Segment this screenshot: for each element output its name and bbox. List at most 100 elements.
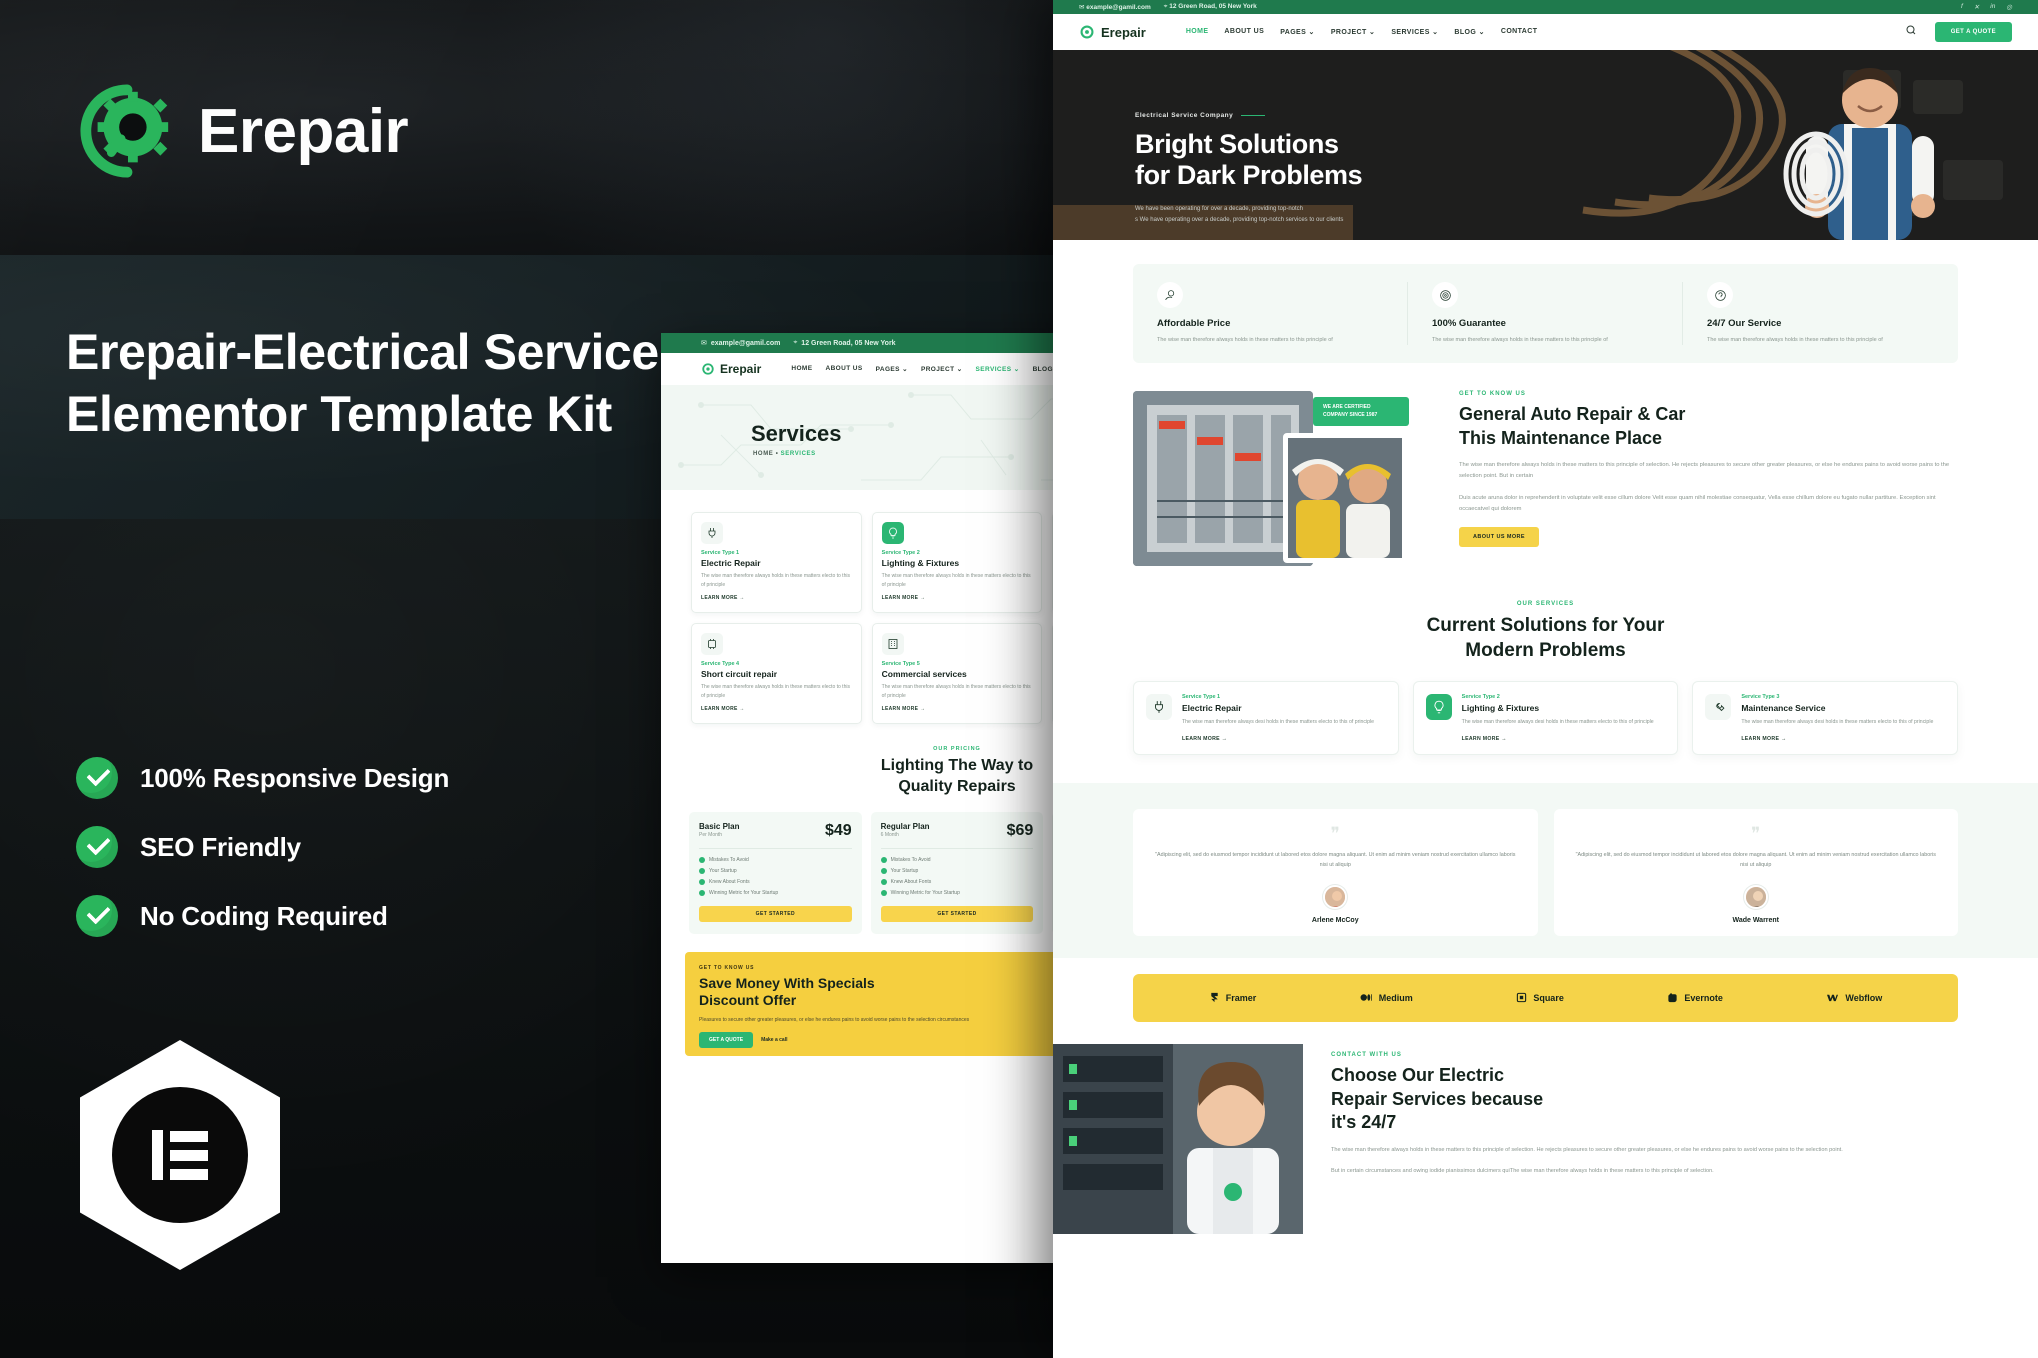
service-desc: The wise man therefore always desi holds… [1462,718,1654,727]
topbar-email-item[interactable]: ✉ example@gamil.com [1079,3,1151,11]
learn-more-link[interactable]: LEARN MORE → [882,595,1033,601]
learn-more-link[interactable]: LEARN MORE → [1182,736,1374,742]
service-title: Maintenance Service [1741,703,1933,713]
breadcrumb-current: SERVICES [781,451,816,457]
instagram-icon[interactable]: ◎ [2006,3,2012,11]
bulb-icon [882,522,904,544]
hero-desc-line-1: We have been operating for over a decade… [1135,204,1565,215]
nav-item-services[interactable]: SERVICES ⌄ [976,365,1020,373]
get-started-button[interactable]: GET STARTED [699,906,852,922]
plug-icon [701,522,723,544]
services-kicker: OUR SERVICES [1053,601,2038,607]
service-title: Electric Repair [1182,703,1374,713]
service-type: Service Type 1 [701,550,852,556]
contact-text: CONTACT WITH US Choose Our Electric Repa… [1331,1044,2038,1234]
offer-title: Save Money With Specials Discount Offer [699,975,1065,1010]
service-card[interactable]: Service Type 2 Lighting & Fixtures The w… [872,512,1043,613]
nav-item-home[interactable]: HOME [1186,28,1209,36]
service-type: Service Type 3 [1741,694,1933,700]
about-title: General Auto Repair & Car This Maintenan… [1459,403,1958,450]
brand-webflow: Webflow [1826,992,1882,1003]
service-title: Short circuit repair [701,669,852,679]
brand-name: Medium [1379,993,1413,1003]
pricing-card: Regular Plan 6 Month $69 Mistakes To Avo… [871,812,1044,934]
service-desc: The wise man therefore always holds in t… [701,572,852,589]
make-a-call-link[interactable]: Make a call [761,1037,787,1043]
coin-hand-icon [1157,282,1183,308]
kicker-rule [1241,115,1265,116]
contact-image [1053,1044,1303,1234]
facebook-icon[interactable]: f [1961,3,1963,11]
service-card[interactable]: Service Type 5 Commercial services The w… [872,623,1043,724]
check-dot-icon [881,857,887,863]
get-quote-button[interactable]: GET A QUOTE [699,1032,753,1048]
right-topbar: ✉ example@gamil.com ⌖ 12 Green Road, 05 … [1053,0,2038,14]
feature-column: 100% Guarantee The wise man therefore al… [1408,282,1683,345]
service-type: Service Type 2 [882,550,1033,556]
offer-title-line-1: Save Money With Specials [699,975,1065,993]
contact-title: Choose Our Electric Repair Services beca… [1331,1064,1958,1135]
plan-period: 6 Month [881,832,930,838]
right-navbar: Erepair HOME ABOUT US PAGES ⌄ PROJECT ⌄ … [1053,14,2038,50]
hero-desc: We have been operating for over a decade… [1135,204,1565,226]
service-card[interactable]: Service Type 1 Electric Repair The wise … [691,512,862,613]
learn-more-link[interactable]: LEARN MORE → [882,706,1033,712]
check-dot-icon [699,868,705,874]
nav-item-blog[interactable]: BLOG ⌄ [1454,28,1484,36]
headline-line-1: Erepair-Electrical Service [66,322,966,384]
topbar-address-item: ⌖ 12 Green Road, 05 New York [1164,3,1257,11]
check-dot-icon [881,890,887,896]
offer-title-line-2: Discount Offer [699,992,1065,1010]
feature-desc: The wise man therefore always holds in t… [1157,335,1383,345]
learn-more-link[interactable]: LEARN MORE → [701,595,852,601]
webflow-icon [1826,992,1839,1003]
nav-logo[interactable]: Erepair [1079,24,1146,40]
about-section: WE ARE CERTIFIED COMPANY SINCE 1987 GET … [1053,363,2038,571]
learn-more-link[interactable]: LEARN MORE → [701,706,852,712]
service-card[interactable]: Service Type 3 Maintenance Service The w… [1692,681,1958,754]
service-card[interactable]: Service Type 2 Lighting & Fixtures The w… [1413,681,1679,754]
get-a-quote-button[interactable]: GET A QUOTE [1935,22,2012,42]
nav-item-pages[interactable]: PAGES ⌄ [1280,28,1315,36]
breadcrumb-home[interactable]: HOME [753,451,773,457]
x-twitter-icon[interactable]: ✕ [1974,3,1979,11]
breadcrumb: HOME • SERVICES [753,451,816,457]
page-title: Erepair-Electrical Service Elementor Tem… [66,322,966,445]
service-desc: The wise man therefore always holds in t… [882,572,1033,589]
learn-more-link[interactable]: LEARN MORE → [1462,736,1654,742]
brand-medium: Medium [1360,992,1413,1003]
plan-name: Basic Plan [699,822,739,831]
hero-desc-line-2: s We have operating over a decade, provi… [1135,215,1565,226]
evernote-icon [1667,992,1678,1003]
brand-name: Evernote [1684,993,1723,1003]
plan-feature: Your Startup [699,868,852,874]
right-hero: Electrical Service Company Bright Soluti… [1053,50,2038,240]
linkedin-icon[interactable]: in [1990,3,1995,11]
nav-item-project[interactable]: PROJECT ⌄ [1331,28,1376,36]
nav-item-about-us[interactable]: ABOUT US [1224,28,1264,36]
service-card[interactable]: Service Type 1 Electric Repair The wise … [1133,681,1399,754]
nav-item-services[interactable]: SERVICES ⌄ [1391,28,1438,36]
service-desc: The wise man therefore always holds in t… [701,683,852,700]
check-circle-icon [76,826,118,868]
testimonial-name: Arlene McCoy [1155,917,1516,924]
gear-circuit-icon [78,82,176,180]
get-started-button[interactable]: GET STARTED [881,906,1034,922]
list-item: No Coding Required [76,895,449,937]
about-us-more-button[interactable]: ABOUT US MORE [1459,527,1539,547]
plan-period: Per Month [699,832,739,838]
search-icon[interactable] [1905,23,1917,41]
service-card[interactable]: Service Type 4 Short circuit repair The … [691,623,862,724]
quote-icon: ❞ [1155,825,1516,842]
plan-feature: Mistakes To Avoid [699,857,852,863]
check-circle-icon [76,895,118,937]
nav-item-contact[interactable]: CONTACT [1501,28,1538,36]
hero-title: Bright Solutions for Dark Problems [1135,129,1565,192]
about-kicker: GET TO KNOW US [1459,391,1958,397]
testimonial-quote: "Adipiscing elit, sed do eiusmod tempor … [1155,850,1516,871]
square-icon [1516,992,1527,1003]
badge-line-2: COMPANY SINCE 1987 [1323,412,1399,420]
learn-more-link[interactable]: LEARN MORE → [1741,736,1933,742]
quote-icon: ❞ [1576,825,1937,842]
contact-paragraph-1: The wise man therefore always holds in t… [1331,1145,1958,1156]
